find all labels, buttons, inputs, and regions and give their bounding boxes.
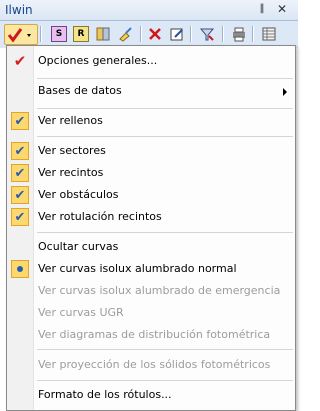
pin-icon[interactable]: ‖: [255, 2, 269, 16]
menu-separator: [37, 232, 293, 233]
menu-item-label: Ver sectores: [38, 144, 106, 157]
edit-icon: [170, 28, 183, 41]
menu-item-ver-diagramas-distribucion: Ver diagramas de distribución fotométric…: [7, 325, 295, 345]
menu-item-label: Ver curvas isolux alumbrado normal: [38, 262, 237, 275]
menu-item-ver-curvas-isolux-emergencia: Ver curvas isolux alumbrado de emergenci…: [7, 281, 295, 301]
toolbar-separator: [140, 26, 142, 42]
panel-title: Ilwin: [5, 3, 33, 17]
menu-item-label: Bases de datos: [38, 84, 122, 97]
edit-button[interactable]: [168, 25, 186, 43]
filter-button[interactable]: [198, 25, 216, 43]
close-icon[interactable]: ✕: [275, 2, 289, 16]
check-icon: ✔: [11, 112, 29, 130]
menu-item-label: Formato de los rótulos...: [38, 388, 172, 401]
check-icon: ✔: [11, 186, 29, 204]
menu-item-ver-recintos[interactable]: ✔ Ver recintos: [7, 163, 295, 183]
menu-item-ver-rellenos[interactable]: ✔ Ver rellenos: [7, 111, 295, 131]
menu-item-label: Ver curvas UGR: [38, 306, 124, 319]
menu-item-ver-sectores[interactable]: ✔ Ver sectores: [7, 141, 295, 161]
r-icon: R: [73, 26, 89, 42]
view-options-dropdown[interactable]: [4, 24, 38, 45]
layers-button[interactable]: [94, 25, 112, 43]
menu-item-ver-rotulacion-recintos[interactable]: ✔ Ver rotulación recintos: [7, 207, 295, 227]
s-icon: S: [51, 26, 67, 42]
red-check-icon: ✔: [13, 52, 27, 70]
menu-item-bases-de-datos[interactable]: Bases de datos: [7, 81, 295, 101]
table-button[interactable]: [260, 25, 278, 43]
menu-item-ver-proyeccion-solidos: Ver proyección de los sólidos fotométric…: [7, 355, 295, 375]
menu-item-ocultar-curvas[interactable]: Ocultar curvas: [7, 237, 295, 257]
brush-button[interactable]: [116, 25, 134, 43]
menu-item-label: Ver diagramas de distribución fotométric…: [38, 328, 271, 341]
print-button[interactable]: [230, 25, 248, 43]
menu-item-label: Ver proyección de los sólidos fotométric…: [38, 358, 271, 371]
menu-item-ver-curvas-ugr: Ver curvas UGR: [7, 303, 295, 323]
menu-item-label: Ver curvas isolux alumbrado de emergenci…: [38, 284, 281, 297]
menu-item-label: Ver recintos: [38, 166, 104, 179]
menu-item-opciones-generales[interactable]: ✔ Opciones generales...: [7, 51, 295, 71]
delete-button[interactable]: [146, 25, 164, 43]
radio-bullet-icon: [11, 260, 29, 278]
layers-icon: [96, 27, 110, 41]
r-button[interactable]: R: [72, 25, 90, 43]
menu-item-formato-rotulos[interactable]: Formato de los rótulos...: [7, 385, 295, 405]
menu-item-label: Ver obstáculos: [38, 188, 119, 201]
red-check-icon: [7, 27, 31, 42]
check-icon: ✔: [11, 142, 29, 160]
red-x-icon: [149, 28, 161, 40]
menu-item-ver-obstaculos[interactable]: ✔ Ver obstáculos: [7, 185, 295, 205]
table-icon: [262, 27, 276, 41]
s-button[interactable]: S: [50, 25, 68, 43]
brush-icon: [119, 27, 132, 42]
toolbar: S R: [0, 21, 298, 48]
view-options-menu: ✔ Opciones generales... Bases de datos ✔…: [6, 45, 296, 411]
menu-separator: [37, 78, 293, 79]
panel-title-bar: Ilwin ‖ ✕: [0, 0, 298, 21]
toolbar-separator: [190, 26, 192, 42]
menu-separator: [37, 136, 293, 137]
menu-item-label: Opciones generales...: [38, 54, 158, 67]
menu-item-ver-curvas-isolux-normal[interactable]: Ver curvas isolux alumbrado normal: [7, 259, 295, 279]
check-icon: ✔: [11, 164, 29, 182]
toolbar-separator: [222, 26, 224, 42]
submenu-arrow-icon: [283, 88, 287, 96]
menu-item-label: Ver rellenos: [38, 114, 103, 127]
menu-separator: [37, 108, 293, 109]
menu-separator: [37, 349, 293, 350]
toolbar-separator: [252, 26, 254, 42]
menu-separator: [37, 380, 293, 381]
menu-item-label: Ocultar curvas: [38, 240, 119, 253]
print-icon: [233, 27, 245, 42]
toolbar-separator: [40, 26, 42, 42]
check-icon: ✔: [11, 208, 29, 226]
filter-icon: [199, 28, 215, 41]
menu-item-label: Ver rotulación recintos: [38, 210, 162, 223]
